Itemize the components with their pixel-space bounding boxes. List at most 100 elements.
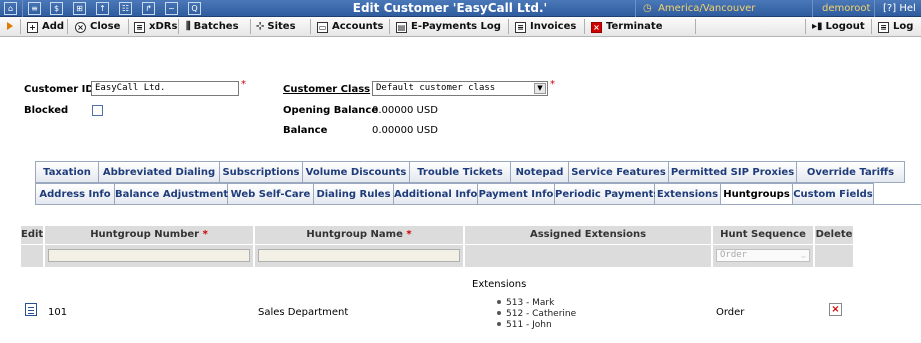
balance-value: 0.00000 USD [372,125,438,136]
timezone-label: America/Vancouver [658,3,756,14]
divider [812,0,813,17]
terminate-icon: × [591,22,602,33]
sites-icon: ⊹ [256,21,265,32]
opening-balance-label: Opening Balance [283,105,379,116]
opening-balance-value: 0.00000 USD [372,105,438,116]
tab-periodic-payments[interactable]: Periodic Payments [555,183,659,205]
tab-taxation[interactable]: Taxation [35,161,99,183]
customer-id-label: Customer ID [24,84,94,95]
invoices-button[interactable]: ≡ Invoices [515,17,576,36]
divider [178,19,179,34]
log-button[interactable]: ≡ Log [878,17,913,36]
epayments-log-button[interactable]: ▤ E-Payments Log [396,17,501,36]
blocked-checkbox[interactable] [92,105,103,116]
hunt-sequence-filter[interactable]: Order ⌵ [716,249,810,262]
huntgroup-number-filter[interactable] [48,249,250,262]
terminate-button[interactable]: × Terminate [591,17,662,36]
column-header-number: Huntgroup Number * [45,226,253,244]
divider [874,0,875,17]
huntgroup-number: 101 [48,307,68,318]
routing-icon[interactable]: ↱ [142,2,155,15]
required-mark: * [202,229,208,240]
list-icon[interactable]: ≡ [28,2,41,15]
extension-item: 513 - Mark [497,298,554,308]
column-header-delete: Delete [815,226,853,244]
tab-balance-adjustments[interactable]: Balance Adjustments [115,183,234,205]
page-title: Edit Customer 'EasyCall Ltd.' [352,1,548,15]
tab-address-info[interactable]: Address Info [35,183,115,205]
help-link[interactable]: [?] Hel [883,0,916,17]
plus-icon: + [27,22,38,33]
tab-subscriptions[interactable]: Subscriptions [220,161,303,183]
divider [389,19,390,34]
timezone-link[interactable]: ◷ America/Vancouver [643,0,755,17]
tab-service-features[interactable]: Service Features [569,161,669,183]
close-button[interactable]: × Close [75,17,120,36]
extensions-title: Extensions [472,279,527,290]
tab-huntgroups[interactable]: Huntgroups [721,183,793,205]
tab-row-2: Address Info Balance Adjustments Web Sel… [35,183,874,205]
network-icon[interactable]: ⊞ [73,2,86,15]
column-header-sequence: Hunt Sequence [713,226,813,244]
chevron-down-icon: ▼ [534,83,546,94]
tab-override-tariffs[interactable]: Override Tariffs [797,161,905,183]
invoice-icon: ≡ [515,22,526,33]
divider [805,19,806,34]
tab-panel-border [35,204,921,205]
delete-icon[interactable]: × [829,303,842,316]
required-mark: * [550,79,555,90]
home-icon[interactable]: ⌂ [4,2,17,15]
tab-volume-discounts[interactable]: Volume Discounts [303,161,410,183]
balance-label: Balance [283,125,328,136]
divider [22,0,23,17]
close-icon: × [75,22,86,33]
customer-class-link[interactable]: Customer Class [283,84,370,95]
log-label: Log [893,21,914,32]
tab-trouble-tickets[interactable]: Trouble Tickets [410,161,511,183]
tab-dialing-rules[interactable]: Dialing Rules [314,183,394,205]
tab-abbreviated-dialing[interactable]: Abbreviated Dialing [99,161,220,183]
terminate-label: Terminate [606,21,663,32]
tree-icon[interactable]: ↑ [96,2,109,15]
accounts-icon: ▭ [317,22,328,33]
sequence-header-label: Hunt Sequence [720,229,806,240]
logout-button[interactable]: ▸▮ Logout [812,17,865,36]
add-button[interactable]: + Add [27,17,64,36]
help-icon: [?] [883,3,897,14]
search-icon[interactable]: Q [188,2,201,15]
add-label: Add [42,21,65,32]
tab-custom-fields[interactable]: Custom Fields [793,183,874,205]
divider [67,19,68,34]
clock-icon: ◷ [643,3,652,14]
dollar-icon[interactable]: $ [50,2,63,15]
arrow-icon [7,22,13,30]
accounts-button[interactable]: ▭ Accounts [317,17,383,36]
tab-web-self-care[interactable]: Web Self-Care [228,183,314,205]
users-icon[interactable]: ☷ [119,2,132,15]
extension-item: 511 - John [497,320,552,330]
filter-cell [465,245,711,267]
tab-payment-info[interactable]: Payment Info [478,183,555,205]
batches-button[interactable]: ⫼ Batches [186,17,239,36]
help-label: Hel [899,3,916,14]
log-icon: ≡ [878,22,889,33]
required-mark: * [241,79,246,90]
blocked-label: Blocked [24,105,69,116]
sites-label: Sites [267,21,296,32]
customer-id-input[interactable]: EasyCall Ltd. [91,81,239,96]
bullet-icon [497,322,501,326]
logout-icon: ▸▮ [812,21,823,32]
divider [871,19,872,34]
xdrs-button[interactable]: ≡ xDRs [134,17,177,36]
divider [508,19,509,34]
tab-notepad[interactable]: Notepad [511,161,569,183]
sites-button[interactable]: ⊹ Sites [256,17,296,36]
card-icon: ▤ [396,22,407,33]
edit-icon[interactable] [25,303,37,316]
tab-extensions[interactable]: Extensions [655,183,721,205]
tab-additional-info[interactable]: Additional Info [394,183,478,205]
huntgroup-name-filter[interactable] [258,249,460,262]
customer-class-select[interactable]: Default customer class ▼ [372,81,548,96]
tab-permitted-sip-proxies[interactable]: Permitted SIP Proxies [669,161,797,183]
stats-icon[interactable]: ~ [165,2,178,15]
